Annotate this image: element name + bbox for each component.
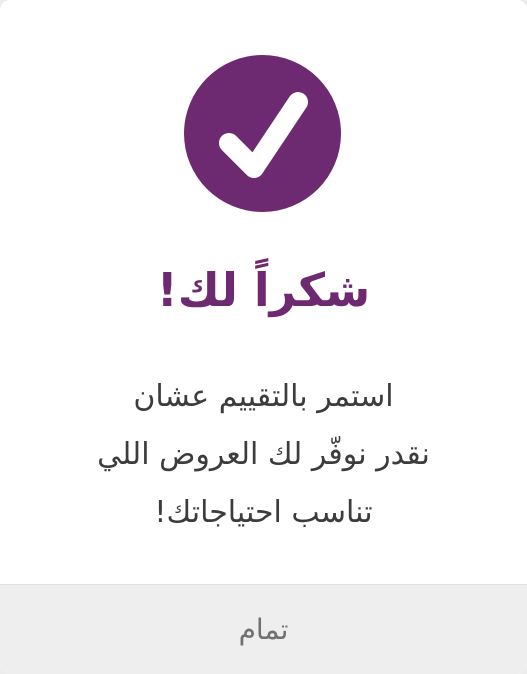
message-line: نقدر نوفّر لك العروض اللي: [97, 437, 430, 472]
success-badge: [184, 55, 341, 212]
dialog-message: استمر بالتقييم عشان نقدر نوفّر لك العروض…: [40, 368, 487, 542]
message-line: استمر بالتقييم عشان: [133, 379, 394, 414]
message-line: تناسب احتياجاتك!: [154, 495, 373, 530]
ok-button[interactable]: تمام: [0, 584, 527, 674]
dialog-title: شكراً لك!: [156, 263, 371, 317]
checkmark-icon: [219, 92, 308, 178]
thank-you-dialog: شكراً لك! استمر بالتقييم عشان نقدر نوفّر…: [0, 0, 527, 674]
